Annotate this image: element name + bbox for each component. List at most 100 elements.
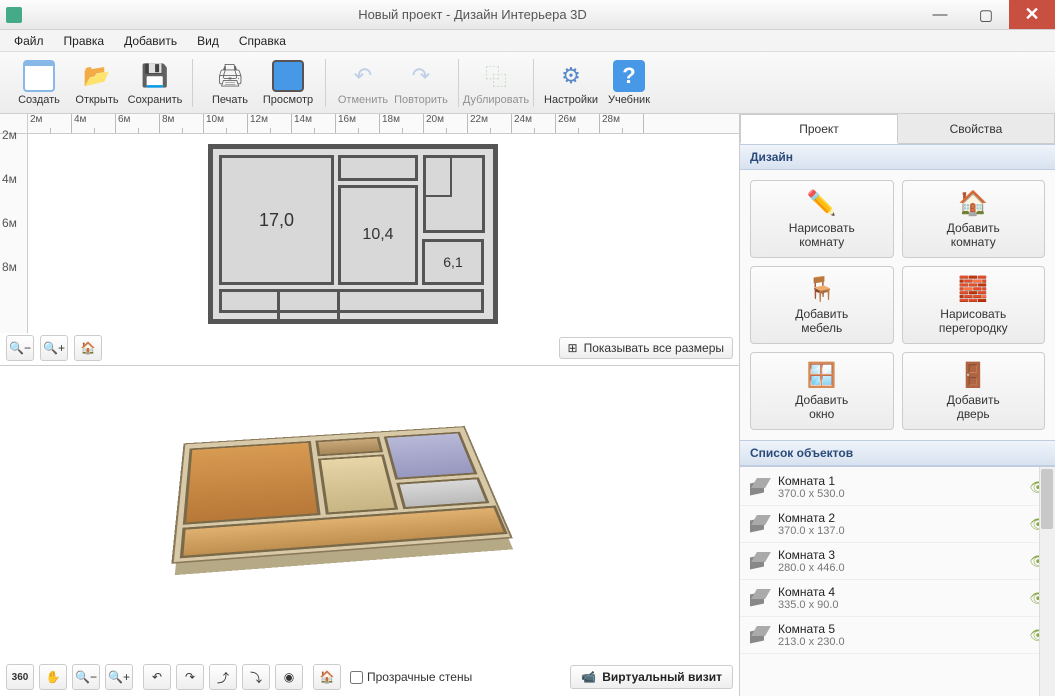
ruler-tick: 18м	[380, 114, 424, 133]
ruler-tick: 8м	[160, 114, 204, 133]
add-room-icon: 🏠	[958, 188, 988, 218]
open-button[interactable]: 📂Открыть	[68, 58, 126, 108]
room-4a[interactable]	[424, 157, 452, 197]
add-room-button[interactable]: 🏠Добавитькомнату	[902, 180, 1046, 258]
room-3[interactable]: 6,1	[422, 239, 484, 285]
transparent-walls-input[interactable]	[350, 671, 363, 684]
render-3d[interactable]	[170, 382, 510, 617]
gear-icon: ⚙	[555, 60, 587, 92]
ruler-tick: 26м	[556, 114, 600, 133]
printer-icon: 🖨	[214, 60, 246, 92]
show-dimensions-button[interactable]: ⊞ Показывать все размеры	[559, 337, 733, 359]
zoom-in-3d-button[interactable]: 🔍+	[105, 664, 133, 690]
pan-button[interactable]: ✋	[39, 664, 67, 690]
zoom-out-3d-button[interactable]: 🔍−	[72, 664, 100, 690]
add-furniture-button[interactable]: 🪑Добавитьмебель	[750, 266, 894, 344]
scrollbar-thumb[interactable]	[1041, 469, 1053, 529]
side-panel: Проект Свойства Дизайн ✏️Нарисоватькомна…	[740, 114, 1055, 696]
undo-button[interactable]: ↶Отменить	[334, 58, 392, 108]
menu-view[interactable]: Вид	[189, 32, 227, 50]
title-bar: Новый проект - Дизайн Интерьера 3D — ▢ ✕	[0, 0, 1055, 30]
virtual-visit-button[interactable]: 📹 Виртуальный визит	[570, 665, 733, 689]
menu-help[interactable]: Справка	[231, 32, 294, 50]
ruler-tick: 6м	[116, 114, 160, 133]
add-door-button[interactable]: 🚪Добавитьдверь	[902, 352, 1046, 430]
tilt-down-button[interactable]: ⤵	[242, 664, 270, 690]
transparent-walls-checkbox[interactable]: Прозрачные стены	[350, 670, 472, 684]
rotate-360-button[interactable]: 360	[6, 664, 34, 690]
save-button[interactable]: 💾Сохранить	[126, 58, 184, 108]
draw-room-button[interactable]: ✏️Нарисоватькомнату	[750, 180, 894, 258]
menu-edit[interactable]: Правка	[56, 32, 113, 50]
maximize-button[interactable]: ▢	[963, 0, 1009, 29]
list-item[interactable]: Комната 5213.0 x 230.0👁	[740, 617, 1055, 654]
rotate-left-icon: ↶	[152, 670, 162, 684]
object-dimensions: 370.0 x 137.0	[778, 525, 1021, 537]
view2d-toolbar: 🔍− 🔍+ 🏠 ⊞ Показывать все размеры	[6, 335, 733, 361]
add-window-button[interactable]: 🪟Добавитьокно	[750, 352, 894, 430]
orbit-button[interactable]: ◉	[275, 664, 303, 690]
rotate-left-button[interactable]: ↶	[143, 664, 171, 690]
view-2d[interactable]: 2м4м6м8м10м12м14м16м18м20м22м24м26м28м 2…	[0, 114, 739, 366]
app-icon	[6, 7, 22, 23]
objects-header: Список объектов	[740, 440, 1055, 466]
new-file-icon	[23, 60, 55, 92]
window-controls: — ▢ ✕	[917, 0, 1055, 29]
workspace: 2м4м6м8м10м12м14м16м18м20м22м24м26м28м 2…	[0, 114, 740, 696]
list-item[interactable]: Комната 2370.0 x 137.0👁	[740, 506, 1055, 543]
floor-plan[interactable]: 17,0 10,4 6,1	[208, 144, 498, 324]
object-list[interactable]: Комната 1370.0 x 530.0👁Комната 2370.0 x …	[740, 466, 1055, 696]
view-3d[interactable]: 360 ✋ 🔍− 🔍+ ↶ ↷ ⤴ ⤵ ◉ 🏠 Прозрачные стены…	[0, 366, 739, 696]
minimize-button[interactable]: —	[917, 0, 963, 29]
duplicate-button[interactable]: ⿻Дублировать	[467, 58, 525, 108]
cube-icon	[748, 476, 770, 498]
ruler-tick: 22м	[468, 114, 512, 133]
tab-project[interactable]: Проект	[740, 114, 898, 144]
redo-icon: ↷	[405, 60, 437, 92]
separator	[192, 59, 193, 107]
preview-button[interactable]: Просмотр	[259, 58, 317, 108]
list-item[interactable]: Комната 3280.0 x 446.0👁	[740, 543, 1055, 580]
tab-properties[interactable]: Свойства	[898, 114, 1055, 143]
pencil-room-icon: ✏️	[807, 188, 837, 218]
list-item[interactable]: Комната 4335.0 x 90.0👁	[740, 580, 1055, 617]
room-5[interactable]	[338, 155, 418, 181]
object-name: Комната 2	[778, 511, 1021, 525]
separator	[533, 59, 534, 107]
zoom-in-button[interactable]: 🔍+	[40, 335, 68, 361]
camera-icon: 📹	[581, 670, 596, 684]
close-button[interactable]: ✕	[1009, 0, 1055, 29]
draw-partition-button[interactable]: 🧱Нарисоватьперегородку	[902, 266, 1046, 344]
rotate-right-button[interactable]: ↷	[176, 664, 204, 690]
undo-icon: ↶	[347, 60, 379, 92]
redo-button[interactable]: ↷Повторить	[392, 58, 450, 108]
plan-canvas[interactable]: 17,0 10,4 6,1	[28, 134, 739, 333]
object-name: Комната 5	[778, 622, 1021, 636]
create-button[interactable]: Создать	[10, 58, 68, 108]
tilt-up-button[interactable]: ⤴	[209, 664, 237, 690]
tabs: Проект Свойства	[740, 114, 1055, 144]
home-view-button[interactable]: 🏠	[313, 664, 341, 690]
home-icon: 🏠	[81, 341, 96, 355]
menu-add[interactable]: Добавить	[116, 32, 185, 50]
menu-bar: Файл Правка Добавить Вид Справка	[0, 30, 1055, 52]
list-item[interactable]: Комната 1370.0 x 530.0👁	[740, 469, 1055, 506]
settings-button[interactable]: ⚙Настройки	[542, 58, 600, 108]
zoom-out-button[interactable]: 🔍−	[6, 335, 34, 361]
ruler-tick: 24м	[512, 114, 556, 133]
menu-file[interactable]: Файл	[6, 32, 52, 50]
cube-icon	[748, 513, 770, 535]
rotate-360-icon: 360	[12, 672, 29, 683]
room-1[interactable]: 17,0	[219, 155, 334, 285]
dimensions-icon: ⊞	[568, 341, 578, 355]
print-button[interactable]: 🖨Печать	[201, 58, 259, 108]
scrollbar[interactable]	[1039, 467, 1055, 696]
tutorial-button[interactable]: ?Учебник	[600, 58, 658, 108]
home-button[interactable]: 🏠	[74, 335, 102, 361]
room-2[interactable]: 10,4	[338, 185, 418, 285]
ruler-tick: 4м	[72, 114, 116, 133]
zoom-in-icon: 🔍+	[43, 341, 65, 355]
object-dimensions: 280.0 x 446.0	[778, 562, 1021, 574]
home-icon: 🏠	[320, 670, 335, 684]
corridor[interactable]	[219, 289, 484, 313]
